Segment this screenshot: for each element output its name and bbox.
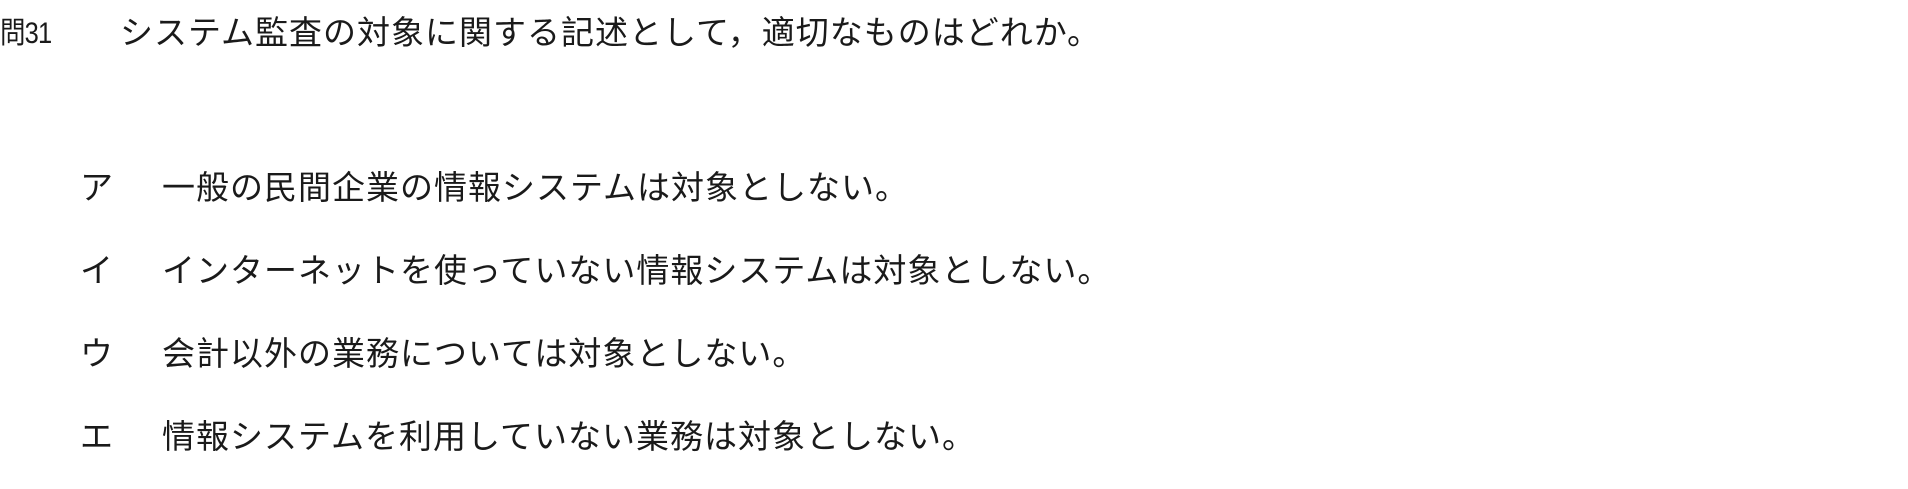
choice-text: インターネットを使っていない情報システムは対象としない。 [162, 251, 1112, 290]
choice-u: ウ 会計以外の業務については対象としない。 [80, 326, 1111, 376]
choice-label: イ [80, 251, 113, 290]
choice-text: 会計以外の業務については対象としない。 [162, 334, 807, 373]
choice-list: ア 一般の民間企業の情報システムは対象としない。 イ インターネットを使っていな… [80, 160, 1111, 459]
choice-e: エ 情報システムを利用していない業務は対象としない。 [80, 409, 1111, 459]
choice-a: ア 一般の民間企業の情報システムは対象としない。 [80, 160, 1111, 210]
choice-i: イ インターネットを使っていない情報システムは対象としない。 [80, 243, 1111, 293]
choice-text: 一般の民間企業の情報システムは対象としない。 [162, 168, 910, 207]
choice-label: ア [80, 168, 113, 207]
question-header: 問31 システム監査の対象に関する記述として，適切なものはどれか。 [0, 4, 1101, 56]
choice-text: 情報システムを利用していない業務は対象としない。 [162, 417, 977, 456]
question-number: 問31 [0, 17, 52, 50]
question-text: システム監査の対象に関する記述として，適切なものはどれか。 [120, 13, 1102, 52]
choice-label: エ [80, 417, 113, 456]
choice-label: ウ [80, 334, 113, 373]
